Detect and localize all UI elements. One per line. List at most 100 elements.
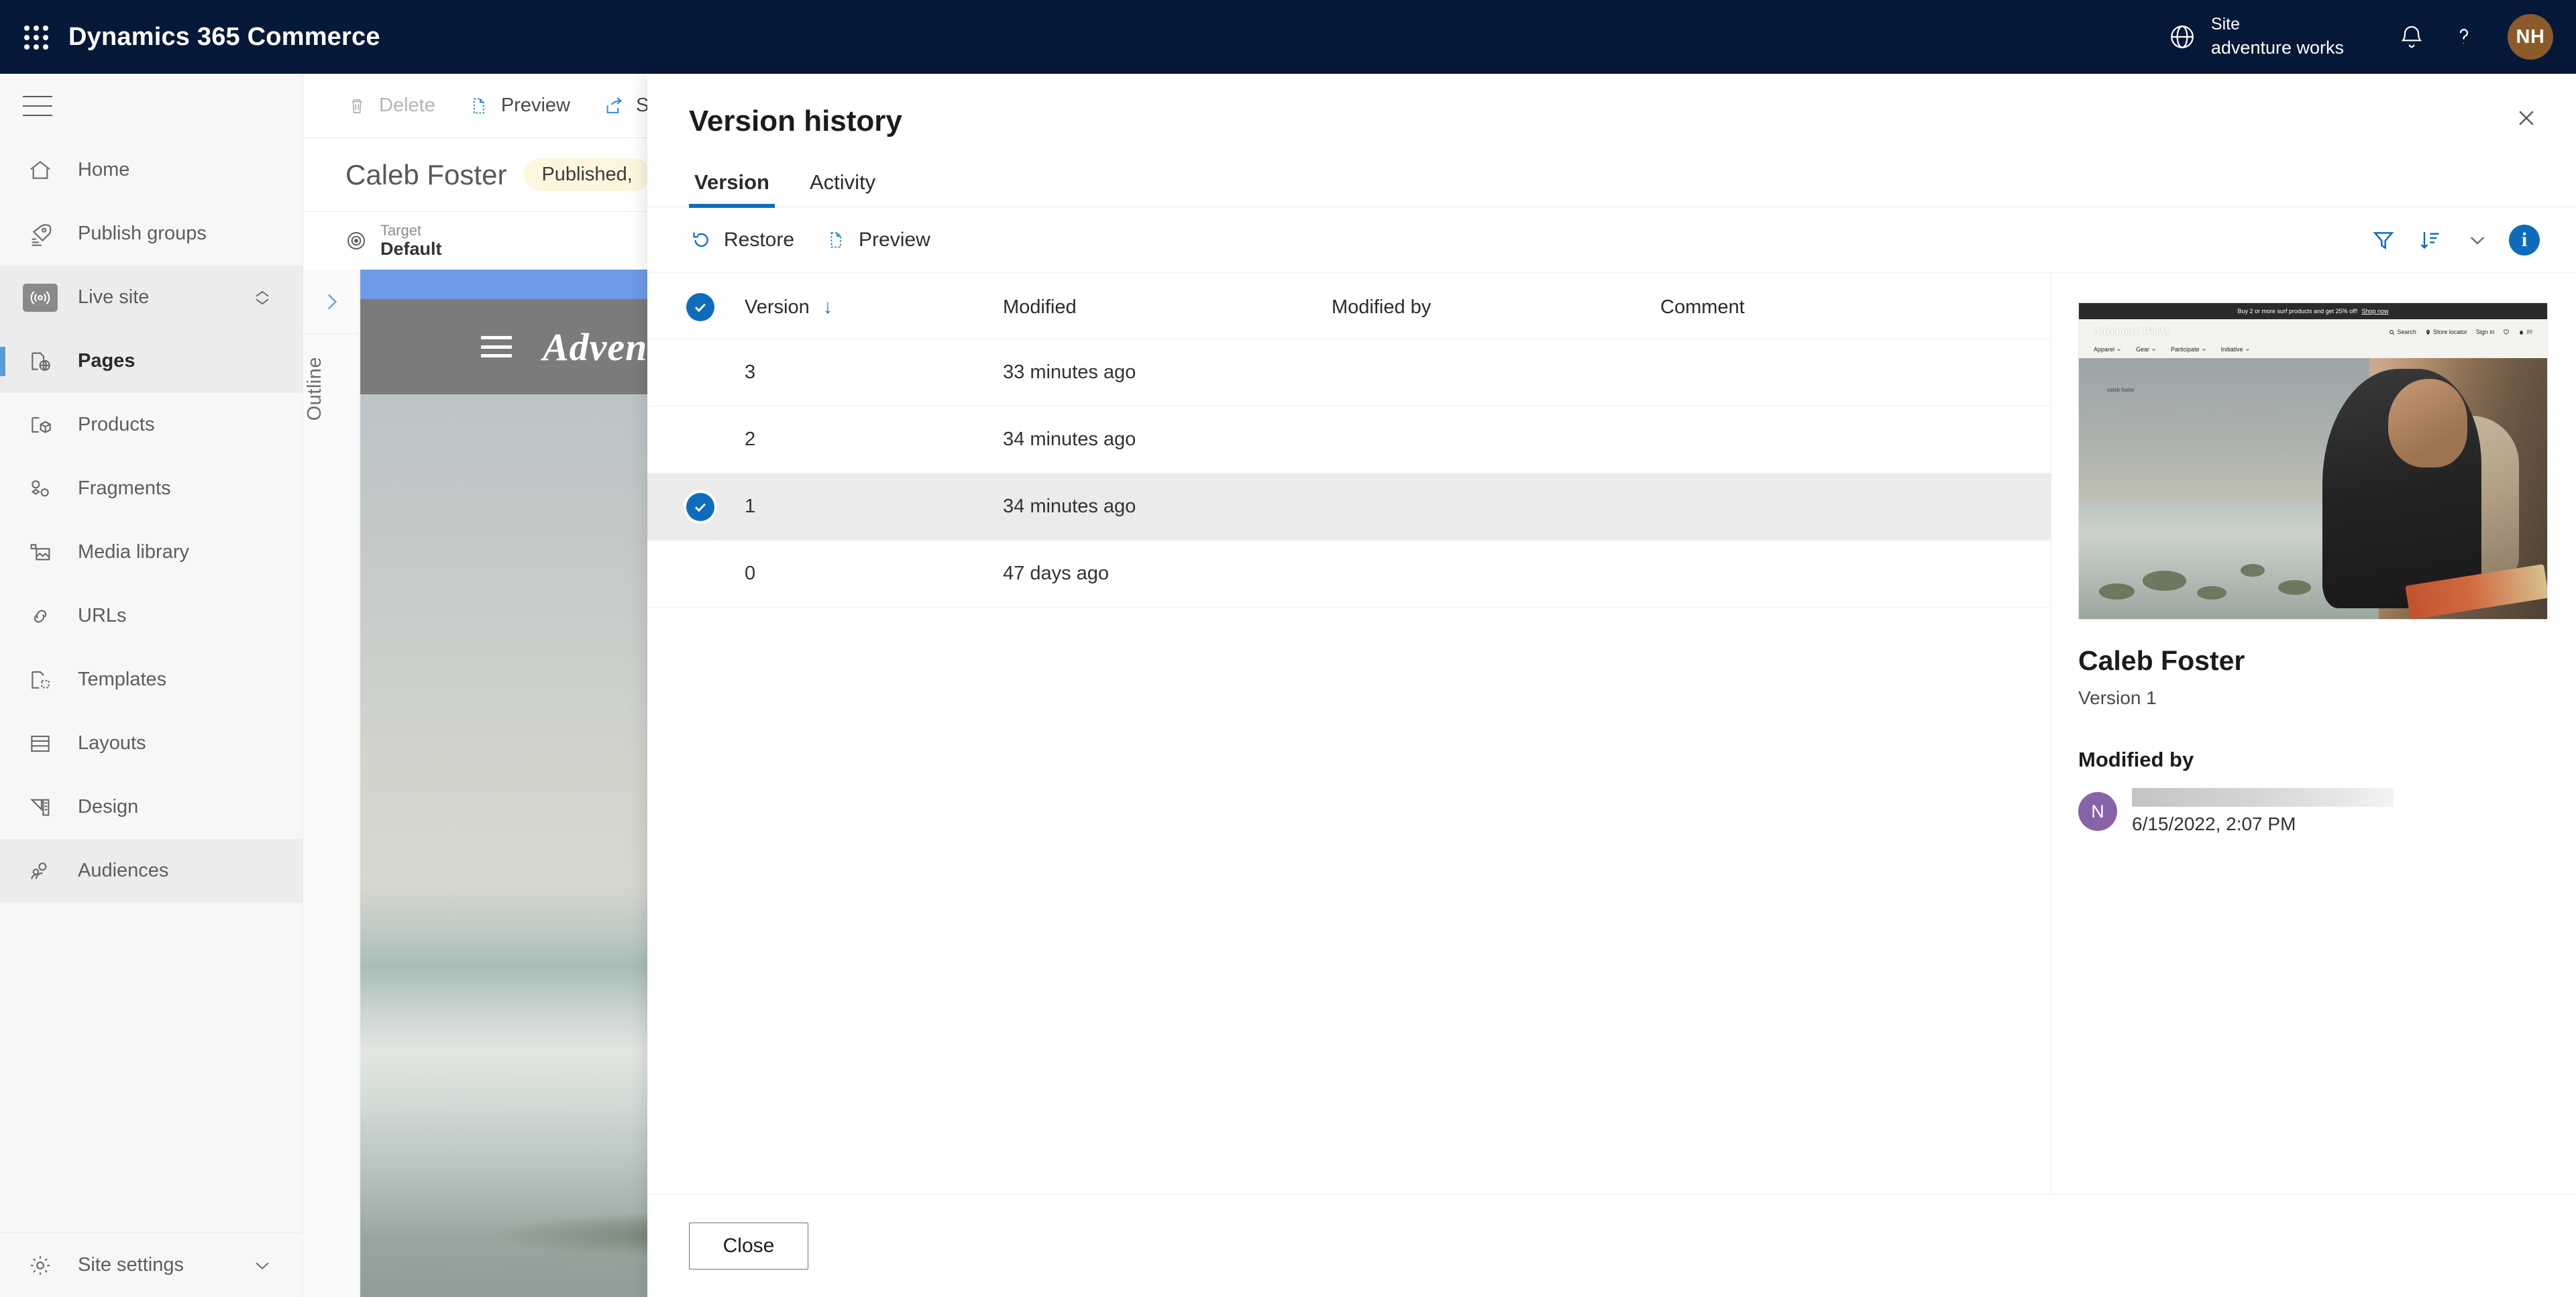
detail-modified-date: 6/15/2022, 2:07 PM bbox=[2132, 813, 2296, 834]
thumbnail-search-link: Search bbox=[2389, 329, 2416, 335]
detail-version-label: Version 1 bbox=[2078, 687, 2157, 708]
row-checkbox-cell[interactable] bbox=[647, 339, 745, 406]
thumbnail-wishlist bbox=[2503, 329, 2510, 335]
row-checkbox-cell[interactable] bbox=[647, 541, 745, 608]
filter-funnel-icon bbox=[2373, 231, 2394, 249]
row-modified-by bbox=[1332, 406, 1660, 473]
bag-icon bbox=[2520, 330, 2524, 334]
table-header-row: Version ↓ Modified Modified by Comment bbox=[647, 273, 2051, 339]
thumbnail-store-locator-label: Store locator bbox=[2432, 329, 2467, 335]
info-circle-icon: i bbox=[2509, 224, 2540, 256]
dialog-close-button[interactable] bbox=[2505, 97, 2548, 139]
row-modified: 47 days ago bbox=[1003, 563, 1110, 584]
heart-icon bbox=[2504, 329, 2510, 335]
search-icon bbox=[2390, 329, 2395, 335]
avatar: N bbox=[2078, 792, 2117, 831]
tab-version[interactable]: Version bbox=[689, 170, 775, 208]
row-modified: 33 minutes ago bbox=[1003, 361, 1136, 383]
dialog-body: Version ↓ Modified Modified by Comment 3 bbox=[647, 273, 2576, 1194]
preview-version-button-label: Preview bbox=[859, 228, 930, 251]
detail-page-name: Caleb Foster bbox=[2078, 645, 2245, 676]
thumbnail-utility-links: Search Store locator Sign in (0) bbox=[2389, 329, 2532, 335]
location-pin-icon bbox=[2426, 329, 2430, 335]
sort-descending-icon bbox=[2420, 231, 2439, 249]
restore-undo-icon bbox=[689, 228, 713, 252]
info-button[interactable]: i bbox=[2501, 217, 2548, 264]
thumbnail-signin-label: Sign in bbox=[2475, 329, 2495, 335]
version-detail-pane: Buy 2 or more surf products and get 25% … bbox=[2051, 273, 2576, 1194]
thumbnail-nav-gear-label: Gear bbox=[2136, 346, 2150, 353]
thumbnail-nav-participate-label: Participate bbox=[2171, 346, 2200, 353]
chevron-down-icon bbox=[2152, 348, 2155, 351]
version-table: Version ↓ Modified Modified by Comment 3 bbox=[647, 273, 2051, 608]
row-modified-by bbox=[1332, 473, 1660, 541]
row-checkbox[interactable] bbox=[686, 492, 714, 521]
sort-arrow-icon: ↓ bbox=[822, 296, 833, 318]
restore-button-label: Restore bbox=[724, 228, 795, 251]
row-comment bbox=[1660, 339, 2051, 406]
close-x-icon bbox=[2519, 111, 2534, 125]
sort-dropdown-button[interactable] bbox=[2454, 217, 2501, 264]
chevron-down-icon bbox=[2202, 348, 2206, 351]
table-row[interactable]: 0 47 days ago bbox=[647, 541, 2051, 608]
hero-surfer-face bbox=[2387, 379, 2468, 468]
row-checkbox-cell[interactable] bbox=[647, 406, 745, 473]
thumbnail-promo-banner: Buy 2 or more surf products and get 25% … bbox=[2079, 303, 2547, 319]
row-modified-by bbox=[1332, 339, 1660, 406]
row-checkbox-cell[interactable] bbox=[647, 473, 745, 541]
version-list: Version ↓ Modified Modified by Comment 3 bbox=[647, 273, 2051, 1194]
filter-button[interactable] bbox=[2360, 217, 2407, 264]
check-icon bbox=[695, 303, 706, 313]
dialog-tablist: Version Activity bbox=[647, 170, 2576, 208]
version-table-head: Version ↓ Modified Modified by Comment bbox=[647, 273, 2051, 339]
dialog-footer: Close bbox=[647, 1194, 2576, 1297]
hero-rocks bbox=[2088, 554, 2360, 612]
redacted-name bbox=[2132, 788, 2394, 807]
version-table-body: 3 33 minutes ago 2 34 minutes ago 1 34 m… bbox=[647, 339, 2051, 608]
tab-activity[interactable]: Activity bbox=[804, 170, 881, 207]
table-row[interactable]: 1 34 minutes ago bbox=[647, 473, 2051, 541]
thumbnail-nav-participate: Participate bbox=[2171, 346, 2206, 353]
preview-version-button[interactable]: Preview bbox=[824, 228, 930, 252]
select-all-checkbox[interactable] bbox=[686, 293, 714, 321]
chevron-down-icon bbox=[2117, 348, 2121, 351]
thumbnail-site-nav: Adventure Works Search Store locator Sig… bbox=[2079, 319, 2547, 358]
column-header-modified-by[interactable]: Modified by bbox=[1332, 273, 1660, 339]
row-comment bbox=[1660, 473, 2051, 541]
thumbnail-search-label: Search bbox=[2397, 329, 2416, 335]
row-modified: 34 minutes ago bbox=[1003, 496, 1136, 517]
row-version: 0 bbox=[745, 563, 756, 584]
select-all-header bbox=[647, 273, 745, 339]
column-header-modified[interactable]: Modified bbox=[1003, 273, 1332, 339]
row-version: 3 bbox=[745, 361, 756, 383]
table-row[interactable]: 2 34 minutes ago bbox=[647, 406, 2051, 473]
dialog-command-bar: Restore Preview i bbox=[647, 207, 2576, 273]
detail-modified-by-heading: Modified by bbox=[2078, 748, 2194, 771]
thumbnail-promo-text: Buy 2 or more surf products and get 25% … bbox=[2237, 308, 2358, 315]
thumbnail-nav-apparel-label: Apparel bbox=[2094, 346, 2115, 353]
version-thumbnail[interactable]: Buy 2 or more surf products and get 25% … bbox=[2078, 302, 2548, 620]
column-header-version-label: Version bbox=[745, 296, 810, 318]
column-header-version[interactable]: Version ↓ bbox=[745, 273, 1003, 339]
row-comment bbox=[1660, 541, 2051, 608]
close-button[interactable]: Close bbox=[689, 1222, 808, 1270]
hero-caption: caleb foster bbox=[2106, 386, 2135, 393]
check-icon bbox=[695, 503, 706, 512]
sort-button[interactable] bbox=[2407, 217, 2454, 264]
thumbnail-promo-link: Shop now bbox=[2361, 308, 2389, 315]
thumbnail-cart-count: (0) bbox=[2526, 329, 2532, 335]
dialog-header: Version history bbox=[647, 74, 2576, 138]
thumbnail-nav-initiative: Initiative bbox=[2221, 346, 2250, 353]
thumbnail-logo: Adventure Works bbox=[2094, 326, 2170, 337]
chevron-down-icon bbox=[2470, 236, 2485, 245]
thumbnail-nav-top: Adventure Works Search Store locator Sig… bbox=[2094, 326, 2532, 338]
table-row[interactable]: 3 33 minutes ago bbox=[647, 339, 2051, 406]
thumbnail-nav-gear: Gear bbox=[2136, 346, 2156, 353]
column-header-comment[interactable]: Comment bbox=[1660, 273, 2051, 339]
thumbnail-store-locator-link: Store locator bbox=[2425, 329, 2467, 335]
detail-user-meta: 6/15/2022, 2:07 PM bbox=[2132, 788, 2394, 835]
restore-button[interactable]: Restore bbox=[689, 228, 794, 252]
row-modified-by bbox=[1332, 541, 1660, 608]
row-modified: 34 minutes ago bbox=[1003, 429, 1136, 450]
chevron-down-icon bbox=[2245, 348, 2249, 351]
